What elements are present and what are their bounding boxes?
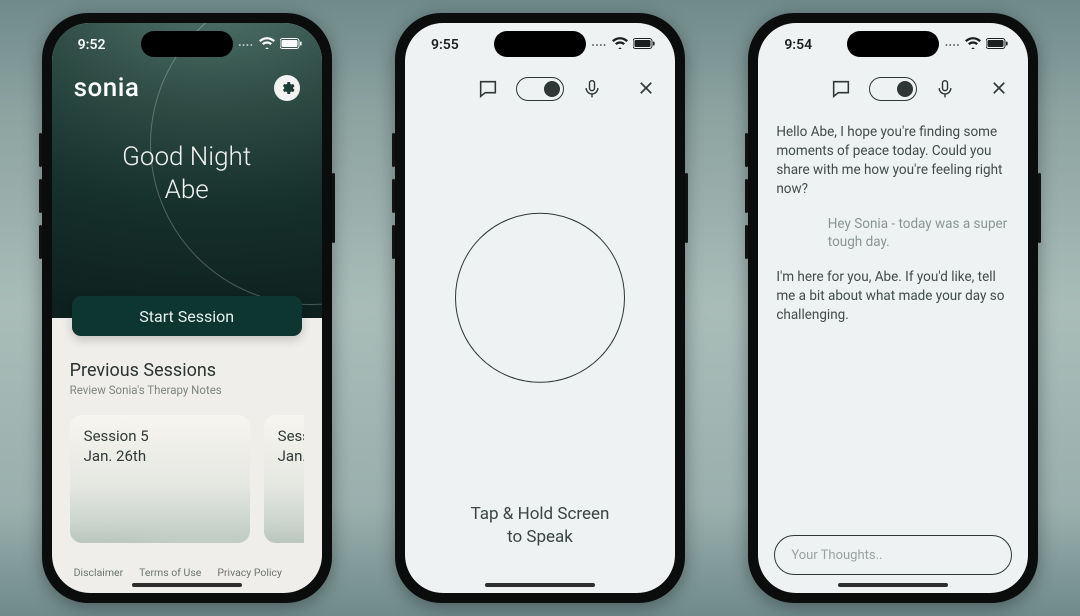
- lower-section: Previous Sessions Review Sonia's Therapy…: [52, 318, 322, 593]
- wifi-icon: [259, 37, 275, 53]
- home-indicator: [485, 583, 595, 587]
- home-indicator: [132, 583, 242, 587]
- start-session-button[interactable]: Start Session: [72, 296, 302, 336]
- status-time: 9:54: [784, 37, 812, 53]
- signal-dots-icon: ••••: [238, 41, 253, 50]
- notch: [141, 31, 233, 57]
- voice-prompt: Tap & Hold Screen to Speak: [405, 503, 675, 549]
- previous-sessions-heading: Previous Sessions: [70, 360, 304, 381]
- toggle-knob: [544, 81, 560, 97]
- close-button[interactable]: [986, 75, 1012, 101]
- mode-toggle[interactable]: [516, 77, 564, 101]
- status-right: ••••: [238, 37, 301, 53]
- voice-mode-button[interactable]: [578, 75, 606, 103]
- status-time: 9:52: [78, 37, 106, 53]
- session-card-title: Sess: [278, 427, 304, 445]
- battery-icon: [986, 37, 1008, 53]
- notch: [494, 31, 586, 57]
- hold-to-speak-ring[interactable]: [455, 213, 625, 383]
- status-right: ••••: [945, 37, 1008, 53]
- screen-chat: 9:54 •••• Hello: [758, 23, 1028, 593]
- notch: [847, 31, 939, 57]
- mic-icon: [582, 78, 602, 100]
- session-topbar: [758, 67, 1028, 111]
- close-icon: [637, 79, 655, 97]
- disclaimer-link[interactable]: Disclaimer: [74, 566, 124, 579]
- chat-thread: Hello Abe, I hope you're finding some mo…: [776, 123, 1010, 523]
- message-bot: Hello Abe, I hope you're finding some mo…: [776, 123, 1010, 199]
- hero-area: sonia Good Night Abe Start Session: [52, 23, 322, 318]
- phone-chat: 9:54 •••• Hello: [748, 13, 1038, 603]
- status-right: ••••: [592, 37, 655, 53]
- greeting-line1: Good Night: [52, 141, 322, 174]
- session-card[interactable]: Session 5 Jan. 26th: [70, 415, 250, 543]
- footer-links: Disclaimer Terms of Use Privacy Policy: [70, 558, 304, 593]
- voice-mode-button[interactable]: [931, 75, 959, 103]
- gear-icon: [279, 80, 295, 96]
- screen-voice: 9:55 ••••: [405, 23, 675, 593]
- previous-sessions-sub: Review Sonia's Therapy Notes: [70, 383, 304, 397]
- terms-link[interactable]: Terms of Use: [139, 566, 201, 579]
- composer-input[interactable]: Your Thoughts..: [774, 535, 1012, 575]
- toggle-knob: [897, 81, 913, 97]
- voice-prompt-line1: Tap & Hold Screen: [405, 503, 675, 526]
- screen-home: 9:52 •••• sonia Good Night Abe: [52, 23, 322, 593]
- privacy-link[interactable]: Privacy Policy: [217, 566, 282, 579]
- session-cards: Session 5 Jan. 26th Sess Jan. 2: [70, 415, 304, 543]
- voice-prompt-line2: to Speak: [405, 526, 675, 549]
- session-card-date: Jan. 26th: [84, 447, 236, 465]
- settings-button[interactable]: [274, 75, 300, 101]
- wifi-icon: [612, 37, 628, 53]
- home-indicator: [838, 583, 948, 587]
- mic-icon: [935, 78, 955, 100]
- app-brand: sonia: [74, 73, 140, 103]
- session-card[interactable]: Sess Jan. 2: [264, 415, 304, 543]
- phone-voice: 9:55 ••••: [395, 13, 685, 603]
- message-bot: I'm here for you, Abe. If you'd like, te…: [776, 268, 1010, 325]
- session-card-title: Session 5: [84, 427, 236, 445]
- close-button[interactable]: [633, 75, 659, 101]
- signal-dots-icon: ••••: [945, 41, 960, 50]
- composer-placeholder: Your Thoughts..: [791, 548, 882, 563]
- battery-icon: [280, 37, 302, 53]
- chat-bubble-icon: [477, 78, 499, 100]
- battery-icon: [633, 37, 655, 53]
- close-icon: [990, 79, 1008, 97]
- message-user: Hey Sonia - today was a super tough day.: [828, 215, 1011, 253]
- phone-home: 9:52 •••• sonia Good Night Abe: [42, 13, 332, 603]
- chat-mode-button[interactable]: [827, 75, 855, 103]
- chat-bubble-icon: [830, 78, 852, 100]
- session-topbar: [405, 67, 675, 111]
- wifi-icon: [965, 37, 981, 53]
- mode-toggle[interactable]: [869, 77, 917, 101]
- status-time: 9:55: [431, 37, 459, 53]
- signal-dots-icon: ••••: [592, 41, 607, 50]
- chat-mode-button[interactable]: [474, 75, 502, 103]
- greeting: Good Night Abe: [52, 141, 322, 206]
- session-card-date: Jan. 2: [278, 447, 304, 465]
- greeting-line2: Abe: [52, 174, 322, 207]
